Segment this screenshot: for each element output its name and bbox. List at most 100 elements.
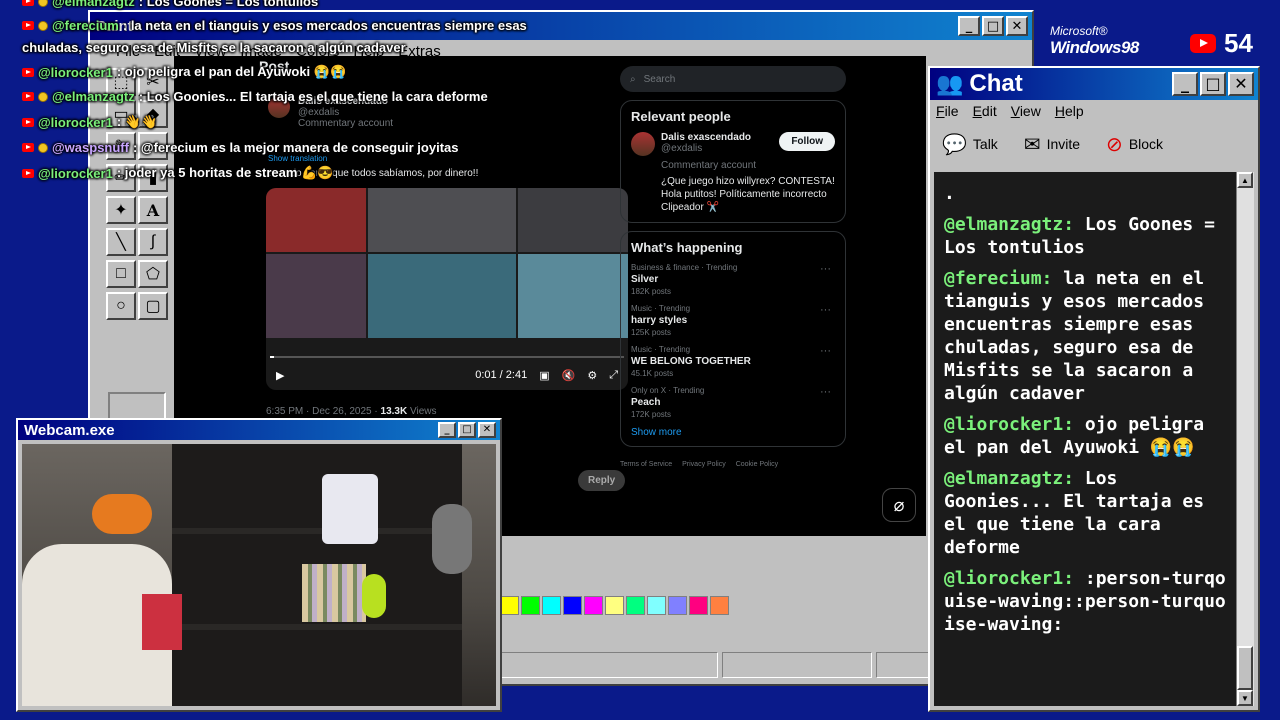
trend-item[interactable]: Music · Trending harry styles 125K posts… — [631, 304, 835, 337]
trend-item[interactable]: Music · Trending WE BELONG TOGETHER 45.1… — [631, 345, 835, 378]
footer-cookie[interactable]: Cookie Policy — [736, 461, 778, 468]
youtube-icon — [1190, 34, 1216, 53]
statue — [432, 504, 472, 574]
color-swatch[interactable] — [668, 596, 687, 615]
block-button[interactable]: ⊘ Block — [1106, 132, 1163, 157]
video-player[interactable]: ▶ 0:01 / 2:41 ▣ 🔇 ⚙ ⤢ — [266, 188, 628, 390]
minimize-button[interactable]: _ — [958, 16, 980, 36]
video-cell — [368, 254, 516, 338]
chat-message: @liorocker1: ojo peligra el pan del Ayuw… — [944, 413, 1230, 459]
color-swatch[interactable] — [521, 596, 540, 615]
overlay-user: @waspsnuff — [52, 140, 129, 155]
rp-name[interactable]: Dalis exascendado — [661, 132, 751, 143]
more-icon[interactable]: ··· — [820, 263, 831, 275]
color-swatch[interactable] — [584, 596, 603, 615]
post-timestamp[interactable]: 6:35 PM · Dec 26, 2025 · — [266, 406, 381, 417]
show-translation-link[interactable]: Show translation — [268, 154, 327, 163]
captions-icon[interactable]: ▣ — [539, 369, 549, 382]
overlay-user: @elmanzagtz — [52, 0, 135, 9]
maximize-button[interactable]: □ — [982, 16, 1004, 36]
talk-button[interactable]: 💬 Talk — [942, 132, 998, 157]
footer-privacy[interactable]: Privacy Policy — [682, 461, 726, 468]
overlay-text: : la neta en el tianguis y esos mercados… — [122, 18, 527, 33]
avatar[interactable] — [631, 132, 655, 156]
settings-icon[interactable]: ⚙ — [587, 369, 597, 382]
fullscreen-icon[interactable]: ⤢ — [609, 369, 618, 382]
color-swatch[interactable] — [563, 596, 582, 615]
chat-scrollbar[interactable]: ▲ ▼ — [1236, 172, 1254, 706]
maximize-button[interactable]: □ — [458, 422, 476, 438]
color-palette — [500, 596, 729, 615]
search-icon: ⌕ — [630, 73, 636, 85]
webcam-titlebar[interactable]: Webcam.exe _ □ ✕ — [18, 420, 500, 440]
color-swatch[interactable] — [542, 596, 561, 615]
reply-button[interactable]: Reply — [578, 470, 626, 491]
close-button[interactable]: ✕ — [1228, 72, 1254, 96]
grok-icon[interactable]: ⌀ — [882, 488, 916, 522]
more-icon[interactable]: ··· — [820, 386, 831, 398]
color-swatch[interactable] — [500, 596, 519, 615]
more-icon[interactable]: ··· — [820, 345, 831, 357]
video-progress-bar[interactable] — [270, 356, 624, 358]
flowers — [92, 494, 152, 534]
curve-tool-icon[interactable]: ∫ — [138, 228, 168, 256]
trend-item[interactable]: Business & finance · Trending Silver 182… — [631, 263, 835, 296]
color-swatch[interactable] — [689, 596, 708, 615]
overlay-user: @liorocker1 — [38, 114, 113, 130]
minimize-button[interactable]: _ — [1172, 72, 1198, 96]
search-input[interactable]: ⌕ Search — [620, 66, 846, 92]
trend-item[interactable]: Only on X · Trending Peach 172K posts ··… — [631, 386, 835, 419]
polygon-tool-icon[interactable]: ⬠ — [138, 260, 168, 288]
scroll-up-icon[interactable]: ▲ — [1237, 172, 1253, 188]
menu-help[interactable]: Help — [1055, 103, 1084, 119]
youtube-icon — [22, 168, 34, 178]
color-swatch[interactable] — [647, 596, 666, 615]
rounded-rect-tool-icon[interactable]: ▢ — [138, 292, 168, 320]
block-label: Block — [1128, 136, 1164, 152]
chat-message: @elmanzagtz: Los Goonies... El tartaja e… — [944, 467, 1230, 559]
overlay-message: @liorocker1: ojo peligra el pan del Ayuw… — [22, 64, 346, 80]
relevant-people-card: Relevant people Dalis exascendado @exdal… — [620, 100, 846, 223]
member-badge-icon — [38, 142, 48, 153]
minimize-button[interactable]: _ — [438, 422, 456, 438]
menu-edit[interactable]: Edit — [973, 103, 997, 119]
chat-message: @liorocker1: :person-turqouise-waving::p… — [944, 567, 1230, 636]
trend-name: WE BELONG TOGETHER — [631, 356, 751, 367]
chat-user: @ferecium: — [944, 268, 1053, 289]
menu-file[interactable]: File — [936, 103, 959, 119]
menu-view[interactable]: View — [1011, 103, 1041, 119]
close-button[interactable]: ✕ — [478, 422, 496, 438]
scroll-down-icon[interactable]: ▼ — [1237, 690, 1253, 706]
more-icon[interactable]: ··· — [820, 304, 831, 316]
footer-links: Terms of Service Privacy Policy Cookie P… — [620, 461, 846, 468]
author-handle[interactable]: @exdalis — [298, 107, 393, 118]
trend-posts: 125K posts — [631, 328, 672, 337]
text-tool-icon[interactable]: A — [138, 196, 168, 224]
trend-posts: 182K posts — [631, 287, 672, 296]
relevant-person[interactable]: Dalis exascendado @exdalis Follow — [631, 132, 835, 156]
maximize-button[interactable]: □ — [1200, 72, 1226, 96]
trend-name: Peach — [631, 397, 661, 408]
color-swatch[interactable] — [710, 596, 729, 615]
show-more-link[interactable]: Show more — [631, 427, 835, 438]
webcam-window: Webcam.exe _ □ ✕ — [16, 418, 502, 712]
member-badge-icon — [38, 91, 48, 102]
line-tool-icon[interactable]: ╲ — [106, 228, 136, 256]
chat-titlebar[interactable]: 👥 Chat _ □ ✕ — [930, 68, 1258, 100]
color-swatch[interactable] — [605, 596, 624, 615]
rp-handle[interactable]: @exdalis — [661, 143, 751, 154]
ellipse-tool-icon[interactable]: ○ — [106, 292, 136, 320]
footer-terms[interactable]: Terms of Service — [620, 461, 672, 468]
invite-button[interactable]: ✉ Invite — [1024, 132, 1080, 157]
color-swatch[interactable] — [626, 596, 645, 615]
play-icon[interactable]: ▶ — [276, 369, 284, 382]
video-cell — [518, 254, 628, 338]
airbrush-tool-icon[interactable]: ✦ — [106, 196, 136, 224]
follow-button[interactable]: Follow — [779, 132, 835, 151]
rectangle-tool-icon[interactable]: □ — [106, 260, 136, 288]
viewer-count: 54 — [1190, 28, 1253, 59]
close-button[interactable]: ✕ — [1006, 16, 1028, 36]
chat-messages[interactable]: . @elmanzagtz: Los Goones = Los tontulio… — [934, 172, 1240, 706]
scroll-thumb[interactable] — [1237, 646, 1253, 690]
volume-icon[interactable]: 🔇 — [562, 369, 576, 382]
